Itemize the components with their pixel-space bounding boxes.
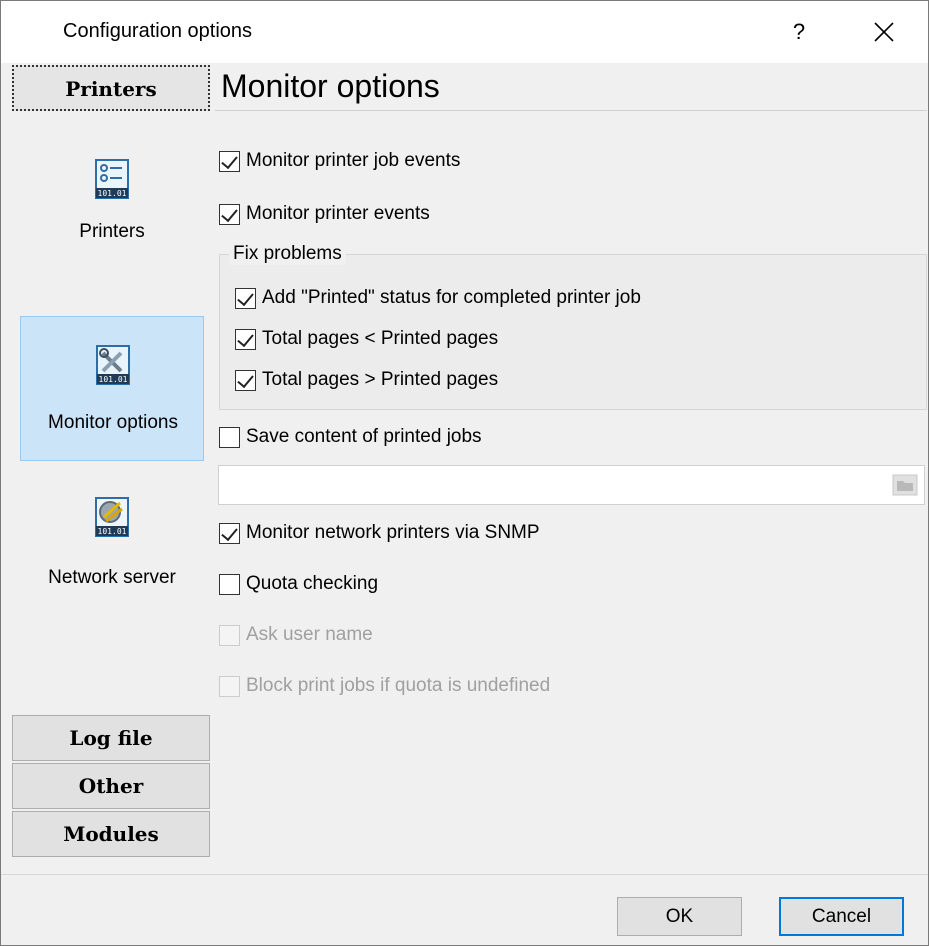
option-label: Save content of printed jobs <box>246 426 482 447</box>
folder-browse-icon[interactable] <box>892 474 918 496</box>
footer-divider <box>1 874 928 875</box>
checkbox-unchecked[interactable] <box>219 426 240 448</box>
sidebar-item-label: Printers <box>79 221 145 242</box>
sidebar-item-network-server[interactable]: 101.01 Network server <box>20 485 204 630</box>
close-button[interactable] <box>856 9 912 55</box>
option-label: Total pages < Printed pages <box>262 328 499 349</box>
option-label: Add "Printed" status for completed print… <box>262 287 641 308</box>
checkbox-checked[interactable] <box>235 328 256 350</box>
cancel-button[interactable]: Cancel <box>779 897 904 936</box>
group-log-file-button[interactable]: Log file <box>12 715 210 761</box>
title-bar: Configuration options ? <box>1 1 928 63</box>
page-title: Monitor options <box>221 68 440 104</box>
page-header: Monitor options <box>215 65 927 111</box>
group-printers-button[interactable]: Printers <box>12 65 210 111</box>
sidebar-panel: 101.01 Printers 101.01 Monitor options 1… <box>12 115 210 711</box>
checkbox-checked[interactable] <box>235 369 256 391</box>
save-path-input[interactable] <box>218 465 925 505</box>
group-modules-button[interactable]: Modules <box>12 811 210 857</box>
option-label: Quota checking <box>246 573 379 594</box>
option-label: Monitor network printers via SNMP <box>246 522 540 543</box>
option-save-content[interactable]: Save content of printed jobs <box>219 422 482 452</box>
option-label: Ask user name <box>246 624 373 645</box>
option-total-gt-printed[interactable]: Total pages > Printed pages <box>235 365 498 395</box>
sidebar-item-monitor-options[interactable]: 101.01 Monitor options <box>20 316 204 461</box>
checkbox-disabled <box>219 675 240 697</box>
option-snmp[interactable]: Monitor network printers via SNMP <box>219 518 540 548</box>
option-quota-checking[interactable]: Quota checking <box>219 569 378 599</box>
option-total-lt-printed[interactable]: Total pages < Printed pages <box>235 324 498 354</box>
checkbox-checked[interactable] <box>235 287 256 309</box>
sidebar: Printers 101.01 Printers 101.01 Monitor … <box>12 65 210 861</box>
option-label: Monitor printer events <box>246 203 430 224</box>
help-button[interactable]: ? <box>771 9 827 55</box>
checkbox-checked[interactable] <box>219 522 240 544</box>
option-ask-user-name: Ask user name <box>219 620 373 650</box>
option-block-print-jobs: Block print jobs if quota is undefined <box>219 671 550 701</box>
sidebar-item-label: Network server <box>48 567 176 588</box>
config-dialog: Configuration options ? Printers 101.01 … <box>0 0 929 946</box>
sidebar-item-label: Monitor options <box>48 412 178 433</box>
checkbox-checked[interactable] <box>219 203 240 225</box>
close-icon <box>874 22 894 42</box>
sidebar-item-printers[interactable]: 101.01 Printers <box>20 135 204 280</box>
monitor-tools-icon: 101.01 <box>96 345 130 385</box>
printers-config-icon: 101.01 <box>95 159 129 199</box>
option-label: Block print jobs if quota is undefined <box>246 675 551 696</box>
option-label: Monitor printer job events <box>246 150 461 171</box>
checkbox-unchecked[interactable] <box>219 573 240 595</box>
group-other-button[interactable]: Other <box>12 763 210 809</box>
network-server-icon: 101.01 <box>95 497 129 537</box>
option-monitor-job-events[interactable]: Monitor printer job events <box>219 146 460 176</box>
svg-text:101.01: 101.01 <box>99 375 128 384</box>
ok-button[interactable]: OK <box>617 897 742 936</box>
svg-text:101.01: 101.01 <box>98 527 127 536</box>
checkbox-checked[interactable] <box>219 150 240 172</box>
option-monitor-printer-events[interactable]: Monitor printer events <box>219 199 430 229</box>
svg-text:101.01: 101.01 <box>98 189 127 198</box>
fix-problems-legend: Fix problems <box>229 243 346 265</box>
window-title: Configuration options <box>63 20 253 42</box>
checkbox-disabled <box>219 624 240 646</box>
option-printed-status[interactable]: Add "Printed" status for completed print… <box>235 283 641 313</box>
option-label: Total pages > Printed pages <box>262 369 499 390</box>
